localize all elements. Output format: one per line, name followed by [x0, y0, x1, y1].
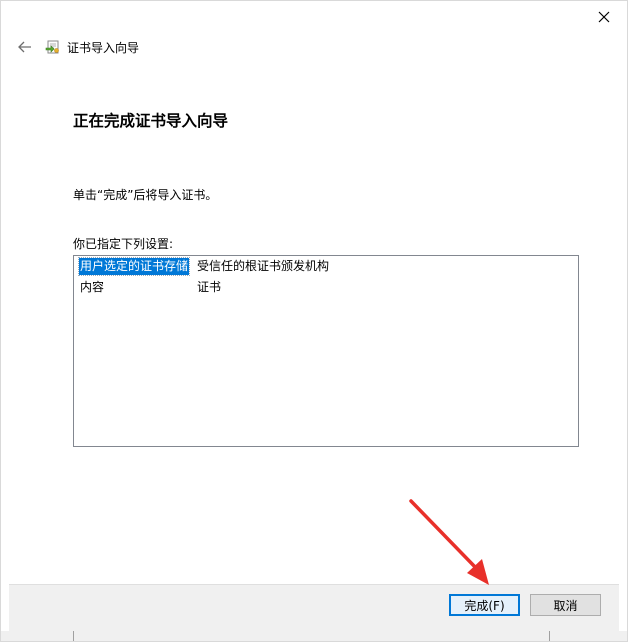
settings-row-value: 证书	[197, 280, 222, 294]
settings-list[interactable]: 用户选定的证书存储 受信任的根证书颁发机构 内容 证书	[73, 255, 579, 447]
edge-divider	[73, 631, 74, 641]
page-title: 正在完成证书导入向导	[73, 112, 229, 130]
bottom-window-edge	[1, 631, 627, 641]
window-title: 证书导入向导	[67, 40, 140, 55]
wizard-footer: 完成(F) 取消	[9, 584, 619, 631]
settings-row-key: 用户选定的证书存储	[77, 257, 191, 276]
settings-row[interactable]: 用户选定的证书存储 受信任的根证书颁发机构	[74, 256, 578, 277]
back-button[interactable]	[15, 37, 35, 57]
settings-row-value: 受信任的根证书颁发机构	[197, 259, 330, 273]
certificate-import-wizard-window: 证书导入向导 正在完成证书导入向导 单击“完成”后将导入证书。 你已指定下列设置…	[0, 0, 628, 642]
settings-list-label: 你已指定下列设置:	[73, 237, 174, 251]
certificate-import-icon	[45, 40, 59, 54]
cancel-button[interactable]: 取消	[530, 594, 601, 616]
edge-divider	[549, 631, 550, 641]
settings-row-key: 内容	[80, 280, 105, 294]
close-icon	[598, 11, 610, 23]
settings-row[interactable]: 内容 证书	[74, 277, 578, 298]
close-button[interactable]	[589, 5, 619, 29]
instruction-text: 单击“完成”后将导入证书。	[73, 188, 218, 202]
back-arrow-icon	[18, 41, 31, 53]
finish-button[interactable]: 完成(F)	[449, 594, 520, 616]
wizard-header: 证书导入向导	[15, 35, 139, 59]
